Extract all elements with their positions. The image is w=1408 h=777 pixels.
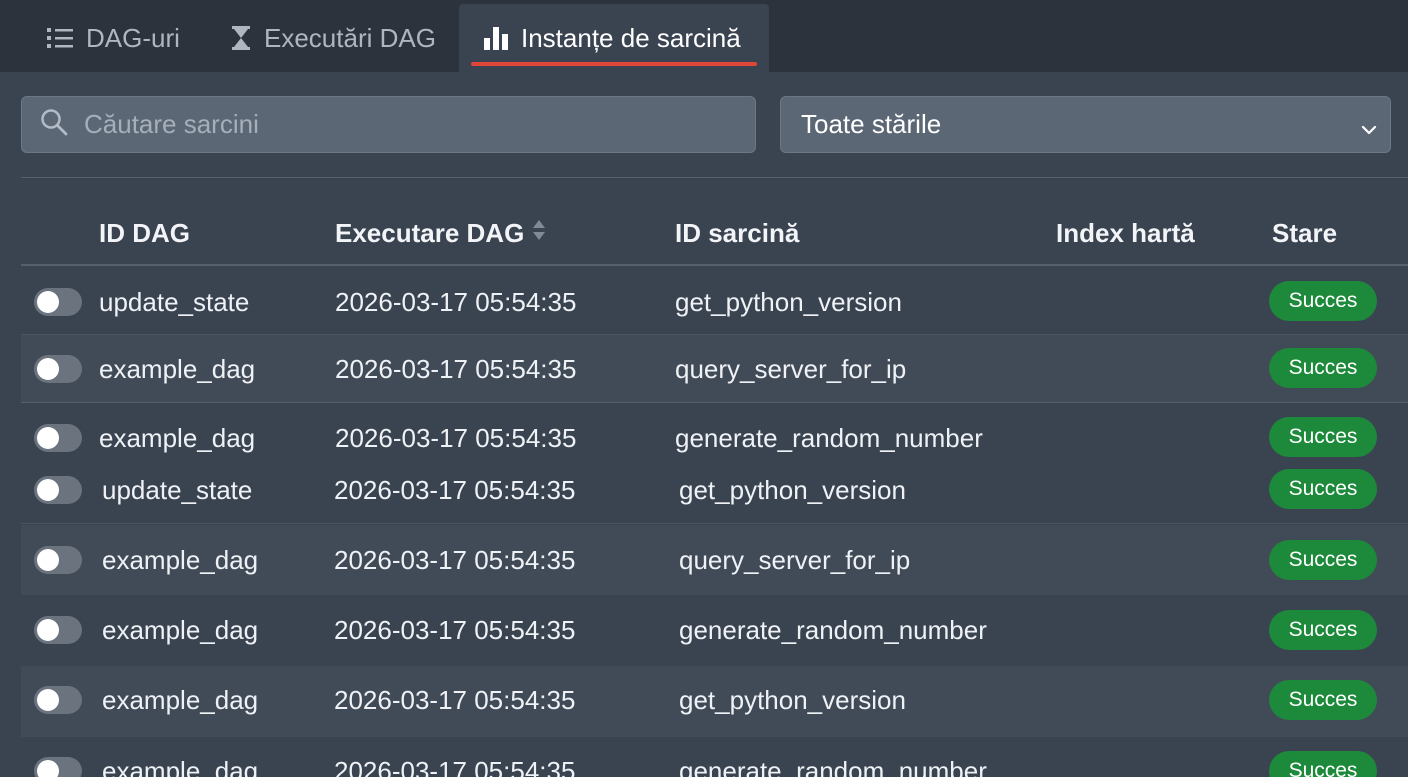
chevron-down-icon <box>1360 115 1378 146</box>
cell-dag-run[interactable]: 2026-03-17 05:54:35 <box>334 545 575 576</box>
column-header-label: ID DAG <box>99 218 190 248</box>
cell-task-id[interactable]: generate_random_number <box>679 756 987 777</box>
table-row[interactable]: example_dag 2026-03-17 05:54:35 get_pyth… <box>21 666 1408 737</box>
cell-task-id[interactable]: generate_random_number <box>679 615 987 646</box>
table-row[interactable]: example_dag 2026-03-17 05:54:35 generate… <box>21 737 1408 777</box>
cell-task-id[interactable]: query_server_for_ip <box>675 354 906 385</box>
status-badge: Succes <box>1269 281 1377 321</box>
table-row[interactable]: example_dag 2026-03-17 05:54:35 query_se… <box>21 335 1408 403</box>
column-header-label: Stare <box>1272 218 1338 248</box>
table-row[interactable]: example_dag 2026-03-17 05:54:35 query_se… <box>21 525 1408 595</box>
cell-dag-id[interactable]: example_dag <box>102 756 258 777</box>
cell-task-id[interactable]: query_server_for_ip <box>679 545 910 576</box>
cell-dag-run[interactable]: 2026-03-17 05:54:35 <box>335 423 576 454</box>
search-box <box>21 96 756 153</box>
row-toggle[interactable] <box>34 476 82 504</box>
cell-dag-id[interactable]: update_state <box>102 475 252 506</box>
tab-dag-runs[interactable]: Executări DAG <box>206 4 460 72</box>
status-badge: Succes <box>1269 469 1377 509</box>
status-badge: Succes <box>1269 610 1377 650</box>
cell-dag-run[interactable]: 2026-03-17 05:54:35 <box>334 756 575 777</box>
hourglass-icon <box>230 25 252 51</box>
search-input[interactable] <box>84 97 755 152</box>
cell-dag-id[interactable]: example_dag <box>102 685 258 716</box>
cell-dag-id[interactable]: example_dag <box>99 354 255 385</box>
cell-dag-id[interactable]: example_dag <box>102 615 258 646</box>
list-icon <box>46 26 74 50</box>
cell-dag-id[interactable]: update_state <box>99 287 249 318</box>
status-badge: Succes <box>1269 417 1377 457</box>
table-row[interactable]: example_dag 2026-03-17 05:54:35 generate… <box>21 404 1408 457</box>
table-row[interactable]: update_state 2026-03-17 05:54:35 get_pyt… <box>21 456 1408 524</box>
divider <box>21 177 1408 178</box>
row-toggle[interactable] <box>34 546 82 574</box>
column-header-map-index[interactable]: Index hartă <box>1056 218 1195 249</box>
table-row[interactable]: update_state 2026-03-17 05:54:35 get_pyt… <box>21 268 1408 335</box>
row-toggle[interactable] <box>34 616 82 644</box>
tab-label: DAG-uri <box>86 22 180 53</box>
row-toggle[interactable] <box>34 355 82 383</box>
cell-dag-id[interactable]: example_dag <box>102 545 258 576</box>
cell-task-id[interactable]: get_python_version <box>679 475 906 506</box>
bar-chart-icon <box>483 25 509 51</box>
status-badge: Succes <box>1269 751 1377 777</box>
column-header-label: Index hartă <box>1056 218 1195 248</box>
column-header-dag-run[interactable]: Executare DAG <box>335 218 546 249</box>
column-header-label: ID sarcină <box>675 218 800 248</box>
row-toggle[interactable] <box>34 424 82 452</box>
status-badge: Succes <box>1269 540 1377 580</box>
tab-dags[interactable]: DAG-uri <box>22 4 204 72</box>
column-header-label: Executare DAG <box>335 218 525 248</box>
state-filter-value: Toate stările <box>801 109 942 139</box>
cell-dag-run[interactable]: 2026-03-17 05:54:35 <box>335 354 576 385</box>
column-header-state[interactable]: Stare <box>1272 218 1337 249</box>
column-header-dag-id[interactable]: ID DAG <box>99 218 190 249</box>
cell-dag-run[interactable]: 2026-03-17 05:54:35 <box>335 287 576 318</box>
cell-task-id[interactable]: generate_random_number <box>675 423 983 454</box>
status-badge: Succes <box>1269 348 1377 388</box>
cell-dag-run[interactable]: 2026-03-17 05:54:35 <box>334 475 575 506</box>
tab-label: Instanțe de sarcină <box>521 22 741 53</box>
status-badge: Succes <box>1269 680 1377 720</box>
row-toggle[interactable] <box>34 288 82 316</box>
tab-label: Executări DAG <box>264 22 436 53</box>
cell-dag-run[interactable]: 2026-03-17 05:54:35 <box>334 615 575 646</box>
tab-task-instances[interactable]: Instanțe de sarcină <box>459 4 769 72</box>
cell-task-id[interactable]: get_python_version <box>679 685 906 716</box>
table-row[interactable]: example_dag 2026-03-17 05:54:35 generate… <box>21 595 1408 666</box>
tab-bar: DAG-uri Executări DAG Instanțe de sarcin… <box>0 0 1408 72</box>
row-toggle[interactable] <box>34 757 82 777</box>
cell-dag-id[interactable]: example_dag <box>99 423 255 454</box>
search-icon <box>40 108 68 141</box>
state-filter-select[interactable]: Toate stările <box>780 96 1391 153</box>
column-header-task-id[interactable]: ID sarcină <box>675 218 799 249</box>
active-tab-indicator <box>471 62 757 66</box>
cell-task-id[interactable]: get_python_version <box>675 287 902 318</box>
sort-icon[interactable] <box>532 218 546 249</box>
table-header: ID DAG Executare DAG ID sarcină Index ha… <box>21 200 1408 266</box>
row-toggle[interactable] <box>34 686 82 714</box>
cell-dag-run[interactable]: 2026-03-17 05:54:35 <box>334 685 575 716</box>
